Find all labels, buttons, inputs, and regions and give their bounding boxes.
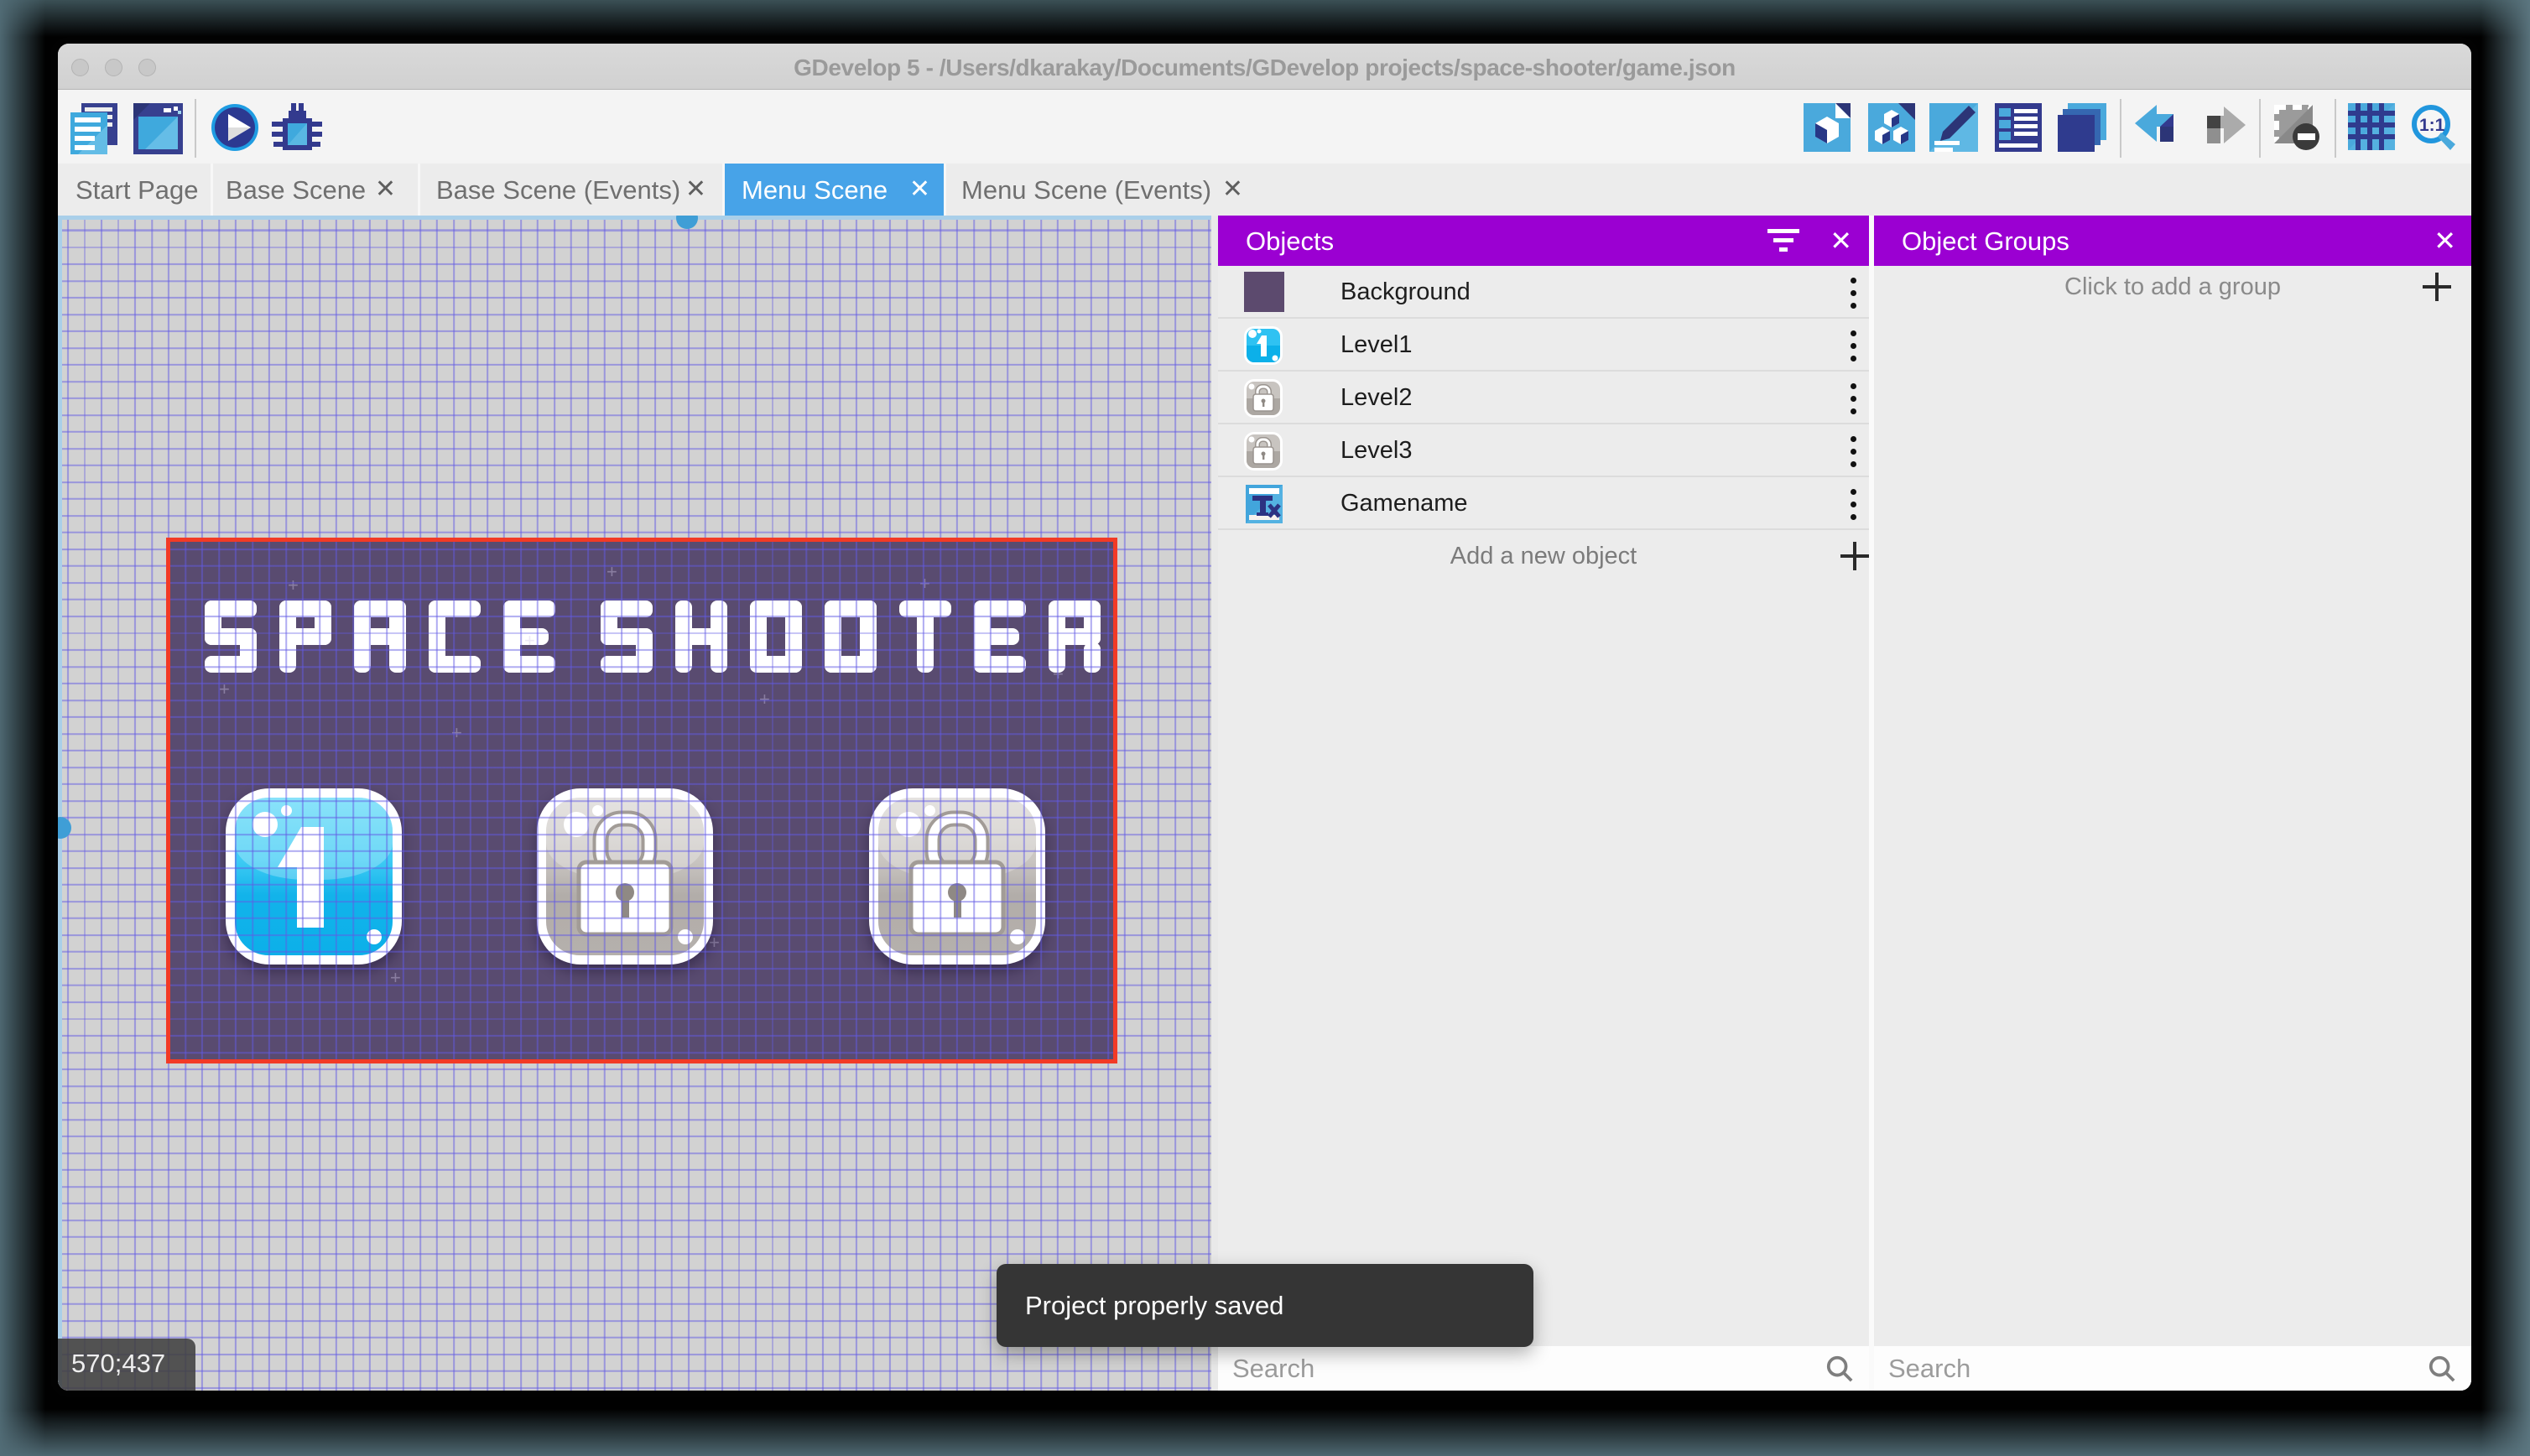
svg-text:1:1: 1:1 xyxy=(2419,116,2445,135)
